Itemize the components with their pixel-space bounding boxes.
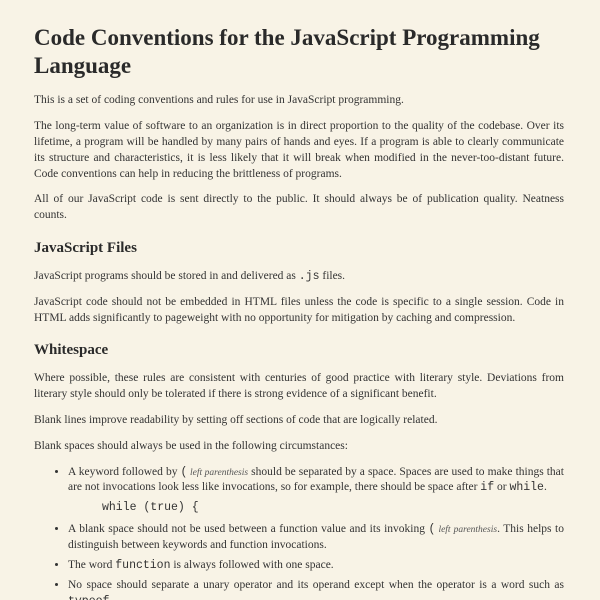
code-if: if — [480, 481, 494, 494]
whitespace-bullet-list: A keyword followed by ( left parenthesis… — [34, 465, 564, 600]
text: A keyword followed by — [68, 466, 181, 478]
whitespace-paragraph-3: Blank spaces should always be used in th… — [34, 439, 564, 455]
text: . — [544, 481, 547, 493]
code-example-while: while (true) { — [102, 500, 564, 516]
section-heading-files: JavaScript Files — [34, 238, 564, 259]
list-item: No space should separate a unary operato… — [68, 578, 564, 600]
sub-left-parenthesis: left parenthesis — [187, 468, 248, 478]
text: No space should separate a unary operato… — [68, 579, 564, 591]
files-paragraph-1: JavaScript programs should be stored in … — [34, 269, 564, 285]
text: JavaScript programs should be stored in … — [34, 270, 299, 282]
code-typeof: typeof — [68, 595, 109, 600]
text: files. — [319, 270, 345, 282]
list-item: A blank space should not be used between… — [68, 522, 564, 554]
code-js-ext: .js — [299, 270, 320, 283]
sub-left-parenthesis: left parenthesis — [435, 525, 497, 535]
section-heading-whitespace: Whitespace — [34, 340, 564, 361]
list-item: A keyword followed by ( left parenthesis… — [68, 465, 564, 517]
files-paragraph-2: JavaScript code should not be embedded i… — [34, 295, 564, 327]
intro-paragraph-1: This is a set of coding conventions and … — [34, 93, 564, 109]
code-function: function — [115, 559, 170, 572]
code-while: while — [509, 481, 544, 494]
text: . — [109, 595, 112, 600]
whitespace-paragraph-1: Where possible, these rules are consiste… — [34, 371, 564, 403]
text: is always followed with one space. — [170, 559, 333, 571]
text: or — [494, 481, 509, 493]
text: The word — [68, 559, 115, 571]
document-page: Code Conventions for the JavaScript Prog… — [34, 0, 564, 600]
intro-paragraph-3: All of our JavaScript code is sent direc… — [34, 192, 564, 224]
page-title: Code Conventions for the JavaScript Prog… — [34, 24, 564, 79]
list-item: The word function is always followed wit… — [68, 558, 564, 574]
intro-paragraph-2: The long-term value of software to an or… — [34, 119, 564, 182]
text: A blank space should not be used between… — [68, 523, 429, 535]
whitespace-paragraph-2: Blank lines improve readability by setti… — [34, 413, 564, 429]
